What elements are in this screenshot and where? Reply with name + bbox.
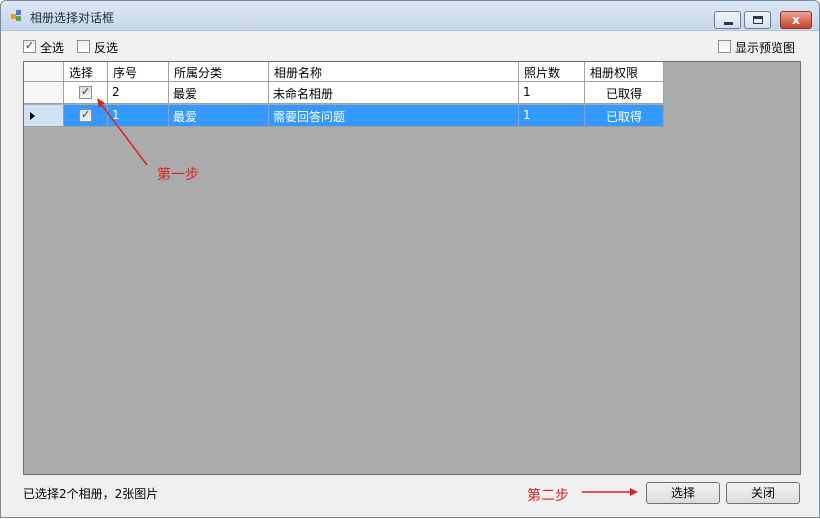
title-bar[interactable]: 相册选择对话框 x [1, 1, 819, 31]
close-button[interactable]: 关闭 [726, 482, 800, 504]
show-preview-label[interactable]: 显示预览图 [735, 39, 795, 56]
step1-annotation: 第一步 [157, 167, 199, 183]
dialog-window: 相册选择对话框 x 全选 反选 显示预览图 选择 序号 所属分类 相册名称 照片… [0, 0, 820, 518]
step2-annotation: 第二步 [527, 488, 569, 504]
select-all-label[interactable]: 全选 [40, 39, 64, 56]
select-cell[interactable] [64, 82, 108, 103]
select-button[interactable]: 选择 [646, 482, 720, 504]
select-all-checkbox[interactable] [23, 39, 36, 53]
row-header-corner [24, 62, 64, 81]
index-cell: 2 [108, 82, 169, 103]
minimize-icon [724, 22, 733, 25]
column-header-index[interactable]: 序号 [108, 62, 169, 81]
photo-count-cell: 1 [519, 82, 585, 103]
album-name-cell: 需要回答问题 [269, 105, 519, 126]
minimize-button[interactable] [714, 11, 741, 29]
selection-status: 已选择2个相册，2张图片 [23, 487, 159, 501]
close-window-button[interactable]: x [780, 11, 812, 29]
close-icon: x [792, 13, 800, 27]
app-icon [11, 10, 23, 22]
category-cell: 最爱 [169, 105, 269, 126]
column-header-category[interactable]: 所属分类 [169, 62, 269, 81]
table-row[interactable]: 1 最爱 需要回答问题 1 已取得 [24, 105, 664, 127]
column-header-select[interactable]: 选择 [64, 62, 108, 81]
category-cell: 最爱 [169, 82, 269, 103]
index-cell: 1 [108, 105, 169, 126]
step2-arrowhead-icon [630, 488, 638, 496]
select-cell[interactable] [64, 105, 108, 126]
permission-cell: 已取得 [585, 82, 664, 103]
maximize-button[interactable] [744, 11, 771, 29]
row-header[interactable] [24, 82, 64, 103]
invert-selection-checkbox[interactable] [77, 40, 90, 53]
invert-selection-label[interactable]: 反选 [94, 39, 118, 56]
photo-count-cell: 1 [519, 105, 585, 126]
column-header-permission[interactable]: 相册权限 [585, 62, 664, 81]
row-header[interactable] [24, 105, 64, 126]
album-grid[interactable]: 选择 序号 所属分类 相册名称 照片数 相册权限 2 最爱 未命名相册 1 已取… [23, 61, 801, 475]
permission-cell: 已取得 [585, 105, 664, 126]
row-select-checkbox[interactable] [79, 85, 92, 99]
row-select-checkbox[interactable] [79, 108, 92, 122]
grid-header-row: 选择 序号 所属分类 相册名称 照片数 相册权限 [24, 62, 664, 82]
maximize-icon [753, 16, 763, 24]
window-title: 相册选择对话框 [30, 11, 115, 25]
column-header-album-name[interactable]: 相册名称 [269, 62, 519, 81]
column-header-photo-count[interactable]: 照片数 [519, 62, 585, 81]
album-name-cell: 未命名相册 [269, 82, 519, 103]
show-preview-checkbox[interactable] [718, 40, 731, 53]
current-row-indicator-icon [30, 112, 35, 120]
table-row[interactable]: 2 最爱 未命名相册 1 已取得 [24, 82, 664, 104]
